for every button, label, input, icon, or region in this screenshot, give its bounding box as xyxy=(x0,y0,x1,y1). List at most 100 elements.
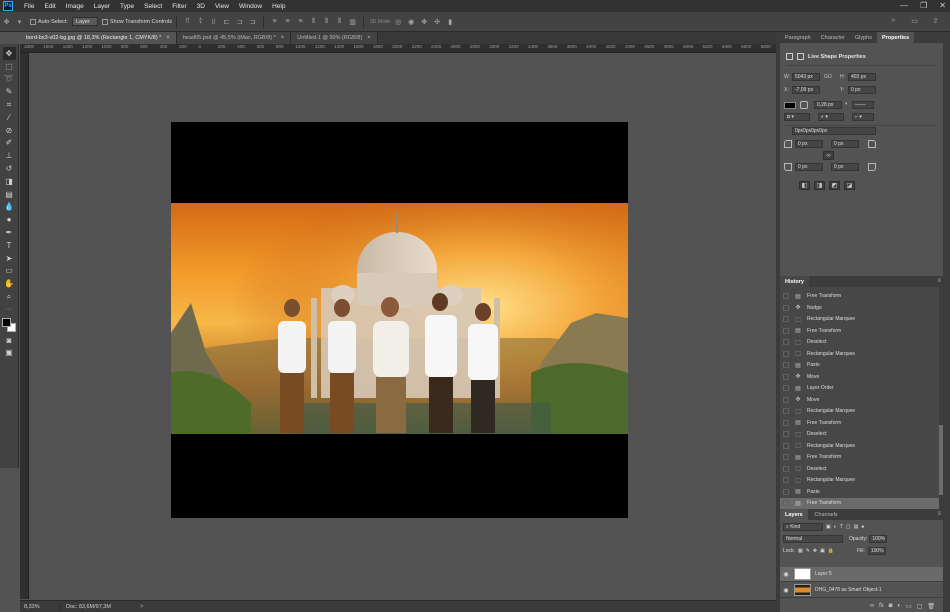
pixel-filter-icon[interactable]: ▣ xyxy=(826,524,831,530)
history-snapshot-box[interactable] xyxy=(783,339,789,346)
kind-filter-dropdown[interactable]: ⌕ Kind xyxy=(783,523,823,531)
combine-shapes-icon[interactable]: ◧ xyxy=(799,181,810,190)
eye-icon[interactable]: ◉ xyxy=(780,587,792,594)
tab-channels[interactable]: Channels xyxy=(809,509,842,520)
auto-select-checkbox[interactable] xyxy=(30,18,36,25)
align-left-icon[interactable]: ⊏ xyxy=(222,17,231,26)
align-middle-icon[interactable]: ⫩ xyxy=(196,17,205,26)
lock-position-icon[interactable]: ✥ xyxy=(813,548,817,554)
menu-file[interactable]: File xyxy=(19,3,39,10)
corner-bl-input[interactable]: 0 px xyxy=(795,163,823,171)
distribute-bottom-icon[interactable]: ≡ xyxy=(296,17,305,26)
tab-document-3[interactable]: Untitled-1 @ 50% (RGB/8) × xyxy=(291,32,378,44)
distribute-center-icon[interactable]: ⦀ xyxy=(322,17,331,26)
eye-icon[interactable]: ◉ xyxy=(780,571,792,578)
stroke-align-dropdown[interactable]: ◘ ▾ xyxy=(784,113,810,121)
corner-radius-input[interactable]: 0px0px0px0px xyxy=(792,127,876,135)
history-snapshot-box[interactable] xyxy=(783,454,789,461)
color-swatches[interactable] xyxy=(2,317,16,332)
tab-properties[interactable]: Properties xyxy=(876,32,915,43)
lock-artboard-icon[interactable]: ▣ xyxy=(820,548,825,554)
tab-layers[interactable]: Layers xyxy=(780,509,808,520)
smart-filter-icon[interactable]: ▤ xyxy=(854,524,859,530)
maximize-button[interactable]: ❐ xyxy=(920,1,927,10)
auto-select-dropdown[interactable]: Layer xyxy=(71,17,98,26)
panel-menu-icon[interactable]: ≡ xyxy=(937,511,941,517)
close-window-button[interactable]: ✕ xyxy=(939,1,946,10)
corner-br-input[interactable]: 0 px xyxy=(831,163,859,171)
collapsed-panel-strip[interactable] xyxy=(943,32,950,612)
zoom-tool-icon[interactable]: ⌕ xyxy=(3,290,16,303)
intersect-shapes-icon[interactable]: ◩ xyxy=(829,181,840,190)
close-icon[interactable]: × xyxy=(367,35,371,41)
history-item[interactable]: ✥ Nudge xyxy=(780,302,943,314)
corner-tr-input[interactable]: 0 px xyxy=(831,140,859,148)
align-right-icon[interactable]: ⊐ xyxy=(248,17,257,26)
search-icon[interactable]: ⌕ xyxy=(889,16,898,25)
menu-help[interactable]: Help xyxy=(267,3,290,10)
history-snapshot-box[interactable] xyxy=(783,327,789,334)
brush-tool-icon[interactable]: ✐ xyxy=(3,137,16,150)
history-item[interactable]: ▤ Free Transform xyxy=(780,497,943,509)
align-bottom-icon[interactable]: ⫫ xyxy=(209,17,218,26)
close-icon[interactable]: × xyxy=(281,35,285,41)
history-item[interactable]: ▤ Paste xyxy=(780,486,943,498)
y-input[interactable]: 0 px xyxy=(848,86,876,94)
menu-window[interactable]: Window xyxy=(234,3,267,10)
history-brush-tool-icon[interactable]: ↺ xyxy=(3,162,16,175)
new-layer-icon[interactable]: ▢ xyxy=(917,603,923,612)
history-item[interactable]: ✥ Move xyxy=(780,371,943,383)
path-select-tool-icon[interactable]: ➤ xyxy=(3,252,16,265)
new-group-icon[interactable]: ▭ xyxy=(906,603,912,612)
quick-mask-icon[interactable]: ◙ xyxy=(3,334,16,347)
history-item[interactable]: ⬚ Deselect xyxy=(780,337,943,349)
history-item[interactable]: ▤ Free Transform xyxy=(780,452,943,464)
panel-menu-icon[interactable]: ≡ xyxy=(937,278,941,284)
history-item[interactable]: ⬚ Deselect xyxy=(780,463,943,475)
history-snapshot-box[interactable] xyxy=(783,396,789,403)
tab-paragraph[interactable]: Paragraph xyxy=(780,32,816,43)
zoom-level[interactable]: 8,33% xyxy=(20,603,60,610)
menu-select[interactable]: Select xyxy=(139,3,167,10)
history-snapshot-box[interactable] xyxy=(783,373,789,380)
history-item[interactable]: ⬚ Deselect xyxy=(780,429,943,441)
status-arrow-icon[interactable]: > xyxy=(140,604,144,610)
3d-slide-icon[interactable]: ✣ xyxy=(433,17,442,26)
blend-mode-dropdown[interactable]: Normal xyxy=(783,535,843,543)
show-transform-checkbox[interactable] xyxy=(101,18,108,25)
exclude-shapes-icon[interactable]: ◪ xyxy=(844,181,855,190)
history-snapshot-box[interactable] xyxy=(783,304,789,311)
tab-history[interactable]: History xyxy=(780,276,809,287)
history-item[interactable]: ▤ Layer Order xyxy=(780,383,943,395)
share-icon[interactable]: ⇪ xyxy=(931,16,940,25)
tab-glyphs[interactable]: Glyphs xyxy=(850,32,877,43)
menu-image[interactable]: Image xyxy=(61,3,89,10)
gradient-tool-icon[interactable]: ▤ xyxy=(3,188,16,201)
screen-mode-icon[interactable]: ▣ xyxy=(3,347,16,360)
history-item[interactable]: ▤ Free Transform xyxy=(780,325,943,337)
filter-toggle-icon[interactable]: ● xyxy=(861,524,864,530)
menu-view[interactable]: View xyxy=(210,3,234,10)
eraser-tool-icon[interactable]: ◨ xyxy=(3,175,16,188)
distribute-top-icon[interactable]: ≡ xyxy=(270,17,279,26)
add-mask-icon[interactable]: ◙ xyxy=(889,603,893,612)
foreground-color[interactable] xyxy=(2,317,11,327)
quick-select-tool-icon[interactable]: ✎ xyxy=(3,85,16,98)
adjustment-filter-icon[interactable]: ◐ xyxy=(834,524,837,530)
link-layers-icon[interactable]: ∞ xyxy=(870,603,874,612)
history-snapshot-box[interactable] xyxy=(783,293,789,300)
history-snapshot-box[interactable] xyxy=(783,385,789,392)
height-input[interactable]: 403 px xyxy=(848,73,876,81)
fill-input[interactable]: 100% xyxy=(867,547,886,555)
align-top-icon[interactable]: ⫪ xyxy=(183,17,192,26)
3d-scale-icon[interactable]: ▮ xyxy=(446,17,455,26)
type-filter-icon[interactable]: T xyxy=(840,524,843,530)
history-item[interactable]: ⬚ Rectangular Marquee xyxy=(780,314,943,326)
x-input[interactable]: -7,09 px xyxy=(792,86,820,94)
menu-layer[interactable]: Layer xyxy=(89,3,115,10)
history-snapshot-box[interactable] xyxy=(783,419,789,426)
minimize-button[interactable]: — xyxy=(900,1,908,10)
pen-tool-icon[interactable]: ✒ xyxy=(3,226,16,239)
history-item[interactable]: ⬚ Rectangular Marquee xyxy=(780,406,943,418)
history-snapshot-box[interactable] xyxy=(783,465,789,472)
